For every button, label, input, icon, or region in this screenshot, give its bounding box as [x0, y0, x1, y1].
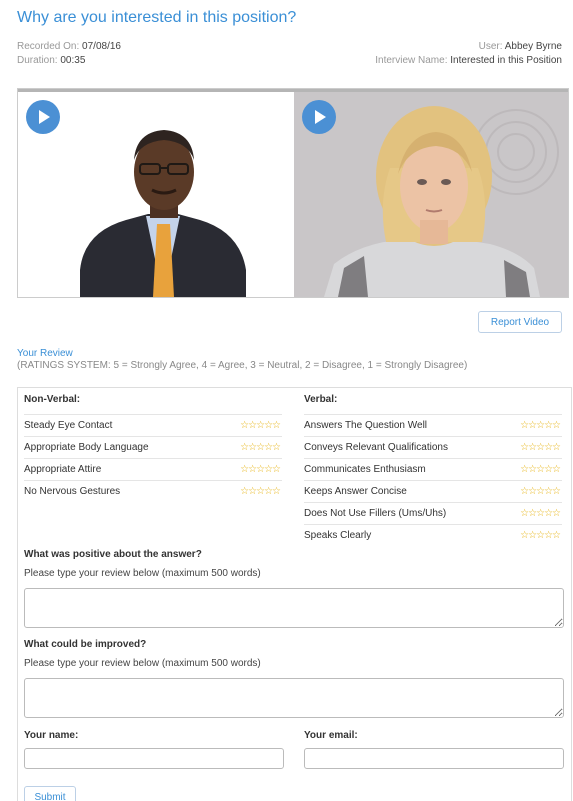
- improve-hint: Please type your review below (maximum 5…: [24, 658, 261, 669]
- question-video[interactable]: [18, 92, 294, 297]
- answer-video[interactable]: [294, 92, 568, 297]
- verbal-heading: Verbal:: [304, 394, 338, 405]
- nonverbal-criteria-list: Steady Eye Contact ☆☆☆☆☆ Appropriate Bod…: [24, 414, 282, 502]
- rating-system-note: (RATINGS SYSTEM: 5 = Strongly Agree, 4 =…: [17, 360, 468, 371]
- criteria-row: Conveys Relevant Qualifications ☆☆☆☆☆: [304, 436, 562, 458]
- criteria-row: Keeps Answer Concise ☆☆☆☆☆: [304, 480, 562, 502]
- criteria-label: Answers The Question Well: [304, 420, 428, 431]
- review-title: Your Review: [17, 348, 73, 359]
- play-icon[interactable]: [26, 100, 60, 134]
- star-rating[interactable]: ☆☆☆☆☆: [240, 437, 281, 458]
- criteria-row: Communicates Enthusiasm ☆☆☆☆☆: [304, 458, 562, 480]
- criteria-label: Conveys Relevant Qualifications: [304, 442, 448, 453]
- candidate-image: [294, 92, 568, 297]
- star-rating[interactable]: ☆☆☆☆☆: [240, 481, 281, 502]
- star-rating[interactable]: ☆☆☆☆☆: [520, 459, 561, 480]
- star-rating[interactable]: ☆☆☆☆☆: [520, 525, 561, 546]
- improve-review-textarea[interactable]: [24, 678, 564, 718]
- page-title: Why are you interested in this position?: [17, 9, 297, 26]
- duration-value: 00:35: [60, 55, 86, 66]
- report-video-button[interactable]: Report Video: [478, 311, 562, 333]
- criteria-row: Speaks Clearly ☆☆☆☆☆: [304, 524, 562, 546]
- star-rating[interactable]: ☆☆☆☆☆: [520, 481, 561, 502]
- criteria-row: No Nervous Gestures ☆☆☆☆☆: [24, 480, 282, 502]
- user-label: User:: [478, 41, 503, 52]
- star-rating[interactable]: ☆☆☆☆☆: [520, 503, 561, 524]
- verbal-criteria-list: Answers The Question Well ☆☆☆☆☆ Conveys …: [304, 414, 562, 546]
- positive-review-textarea[interactable]: [24, 588, 564, 628]
- interview-name-label: Interview Name:: [375, 55, 448, 66]
- improve-question: What could be improved?: [24, 639, 147, 650]
- name-input[interactable]: [24, 748, 284, 769]
- email-input[interactable]: [304, 748, 564, 769]
- recorded-on-label: Recorded On:: [17, 41, 80, 52]
- positive-question: What was positive about the answer?: [24, 549, 202, 560]
- play-icon[interactable]: [302, 100, 336, 134]
- star-rating[interactable]: ☆☆☆☆☆: [520, 415, 561, 436]
- star-rating[interactable]: ☆☆☆☆☆: [240, 415, 281, 436]
- email-label: Your email:: [304, 730, 358, 741]
- criteria-row: Appropriate Body Language ☆☆☆☆☆: [24, 436, 282, 458]
- criteria-label: Speaks Clearly: [304, 530, 372, 541]
- nonverbal-heading: Non-Verbal:: [24, 394, 81, 405]
- duration-label: Duration:: [17, 55, 58, 66]
- name-label: Your name:: [24, 730, 79, 741]
- star-rating[interactable]: ☆☆☆☆☆: [520, 437, 561, 458]
- video-player[interactable]: [17, 88, 569, 298]
- positive-hint: Please type your review below (maximum 5…: [24, 568, 261, 579]
- criteria-label: Appropriate Body Language: [24, 442, 149, 453]
- criteria-label: No Nervous Gestures: [24, 486, 121, 497]
- recorded-on-value: 07/08/16: [82, 41, 121, 52]
- interviewer-image: [18, 92, 294, 297]
- recording-meta: Recorded On: 07/08/16 Duration: 00:35: [17, 40, 121, 68]
- criteria-row: Steady Eye Contact ☆☆☆☆☆: [24, 414, 282, 436]
- criteria-row: Appropriate Attire ☆☆☆☆☆: [24, 458, 282, 480]
- criteria-label: Keeps Answer Concise: [304, 486, 407, 497]
- criteria-label: Communicates Enthusiasm: [304, 464, 426, 475]
- criteria-label: Steady Eye Contact: [24, 420, 113, 431]
- review-form: Non-Verbal: Verbal: Steady Eye Contact ☆…: [17, 387, 572, 801]
- star-rating[interactable]: ☆☆☆☆☆: [240, 459, 281, 480]
- interview-name-value: Interested in this Position: [450, 55, 562, 66]
- criteria-row: Does Not Use Fillers (Ums/Uhs) ☆☆☆☆☆: [304, 502, 562, 524]
- interview-meta: User: Abbey Byrne Interview Name: Intere…: [375, 40, 562, 68]
- user-value: Abbey Byrne: [504, 41, 562, 52]
- criteria-label: Does Not Use Fillers (Ums/Uhs): [304, 508, 447, 519]
- submit-button[interactable]: Submit: [24, 786, 76, 801]
- criteria-label: Appropriate Attire: [24, 464, 102, 475]
- criteria-row: Answers The Question Well ☆☆☆☆☆: [304, 414, 562, 436]
